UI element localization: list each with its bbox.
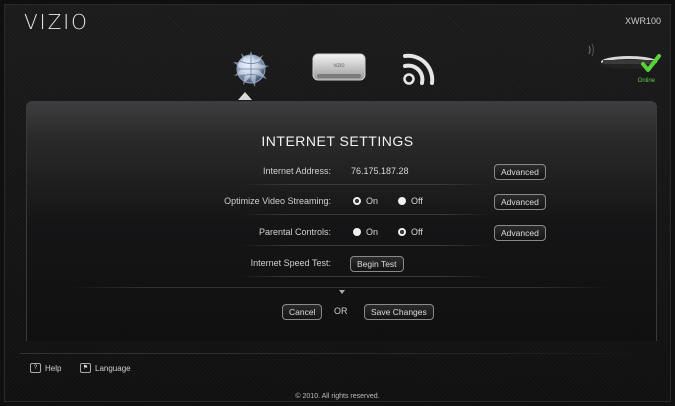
chevron-down-icon [339, 290, 345, 294]
optimize-video-advanced-button[interactable]: Advanced [494, 194, 546, 210]
optimize-video-label: Optimize Video Streaming: [224, 196, 331, 206]
copyright-text: © 2010. All rights reserved. [295, 393, 380, 400]
wifi-icon[interactable] [397, 45, 443, 91]
parental-on-radio[interactable]: On [353, 227, 378, 237]
parental-advanced-button[interactable]: Advanced [494, 225, 546, 241]
parental-off-radio[interactable]: Off [398, 227, 423, 237]
language-label: Language [95, 363, 131, 373]
model-name: XWR100 [624, 16, 661, 26]
radio-off-label: Off [411, 227, 423, 237]
device-status: Online [585, 43, 665, 92]
router-status-icon [588, 43, 661, 72]
begin-test-button[interactable]: Begin Test [350, 256, 404, 272]
help-link[interactable]: ? Help [30, 363, 61, 373]
radio-selected-indicator [353, 197, 361, 205]
radio-on-label: On [366, 227, 379, 237]
speed-test-label: Internet Speed Test: [250, 258, 331, 268]
internet-address-label: Internet Address: [262, 166, 331, 176]
or-separator: OR [334, 306, 348, 316]
radio-on-label: On [366, 196, 379, 206]
router-icon[interactable]: VIZIO [311, 52, 367, 82]
radio-off-label: Off [411, 196, 423, 206]
radio-unselected-indicator [353, 228, 361, 236]
page-title: INTERNET SETTINGS [261, 133, 414, 149]
save-changes-button[interactable]: Save Changes [364, 304, 434, 320]
row-divider [240, 276, 490, 277]
section-divider [70, 287, 610, 288]
online-status-label: Online [637, 78, 655, 84]
radio-selected-indicator [398, 228, 406, 236]
svg-text:VIZIO: VIZIO [334, 63, 345, 68]
globe-icon[interactable] [228, 46, 274, 92]
selected-tab-pointer [238, 92, 252, 100]
optimize-video-on-radio[interactable]: On [353, 196, 378, 206]
radio-unselected-indicator [398, 197, 406, 205]
internet-address-advanced-button[interactable]: Advanced [494, 164, 546, 180]
footer-divider [20, 353, 655, 354]
internet-address-value: 76.175.187.28 [351, 166, 409, 176]
row-divider [240, 214, 490, 215]
help-label: Help [45, 363, 62, 373]
language-link[interactable]: ⚑ Language [80, 363, 131, 373]
help-icon: ? [30, 363, 41, 373]
optimize-video-off-radio[interactable]: Off [398, 196, 423, 206]
vizio-logo: VIZIO [24, 10, 89, 34]
parental-controls-label: Parental Controls: [258, 227, 331, 237]
row-divider [240, 184, 490, 185]
cancel-button[interactable]: Cancel [282, 304, 323, 320]
language-icon: ⚑ [80, 363, 91, 373]
row-divider [240, 245, 490, 246]
